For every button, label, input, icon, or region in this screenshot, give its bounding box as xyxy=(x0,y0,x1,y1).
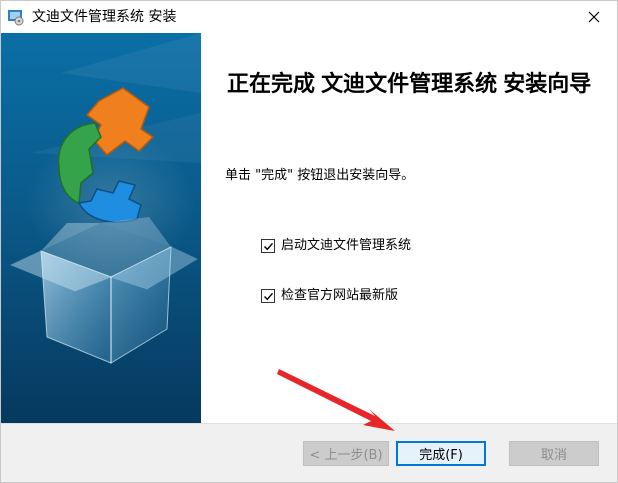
instruction-text: 单击 "完成" 按钮退出安装向导。 xyxy=(225,168,415,183)
close-button[interactable] xyxy=(571,1,617,33)
side-banner xyxy=(1,33,201,423)
checkbox-box[interactable] xyxy=(261,289,275,303)
installer-icon xyxy=(7,8,25,26)
window-title: 文迪文件管理系统 安装 xyxy=(32,9,177,25)
launch-app-checkbox[interactable]: 启动文迪文件管理系统 xyxy=(261,237,411,255)
content-panel: 正在完成 文迪文件管理系统 安装向导 单击 "完成" 按钮退出安装向导。 启动文… xyxy=(201,33,617,423)
finish-button[interactable]: 完成(F) xyxy=(396,441,486,466)
close-icon xyxy=(588,8,600,27)
checkmark-icon xyxy=(263,242,273,250)
cancel-button[interactable]: 取消 xyxy=(509,441,599,466)
checkbox-box[interactable] xyxy=(261,239,275,253)
button-bar: < 上一步(B) 完成(F) 取消 xyxy=(1,423,617,482)
back-button[interactable]: < 上一步(B) xyxy=(303,441,389,466)
checkbox-label: 启动文迪文件管理系统 xyxy=(281,238,412,253)
installer-window: 文迪文件管理系统 安装 正在完成 文迪文件管理系统 安装向导 单击 "完成" 按… xyxy=(0,0,618,483)
page-title: 正在完成 文迪文件管理系统 安装向导 xyxy=(227,71,592,96)
puzzle-box-illustration xyxy=(9,33,201,364)
checkbox-label: 检查官方网站最新版 xyxy=(281,288,399,303)
checkmark-icon xyxy=(263,292,273,300)
title-bar[interactable]: 文迪文件管理系统 安装 xyxy=(1,1,617,33)
check-website-checkbox[interactable]: 检查官方网站最新版 xyxy=(261,287,398,305)
